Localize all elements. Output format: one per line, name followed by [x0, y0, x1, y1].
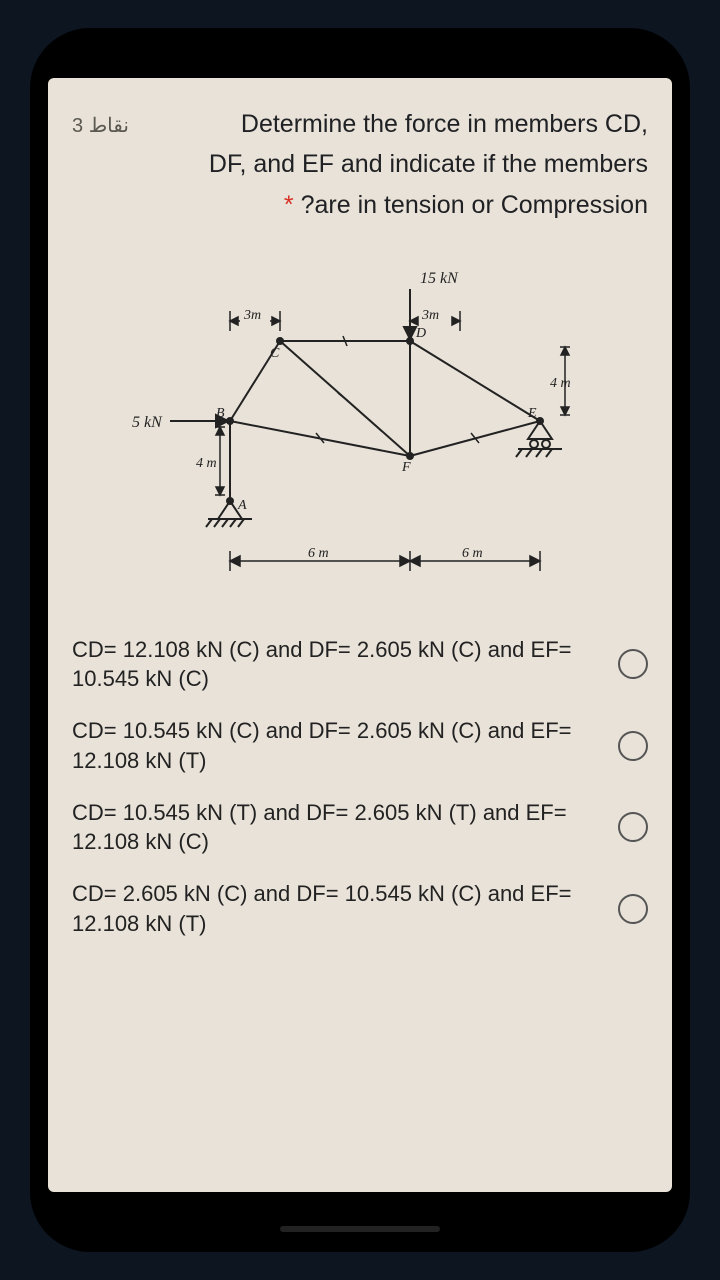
node-f-label: F [401, 460, 411, 475]
dim-3m-left: 3m [243, 308, 261, 323]
options-list: CD= 12.108 kN (C) and DF= 2.605 kN (C) a… [72, 635, 648, 939]
question-line-1: Determine the force in members CD, [147, 106, 648, 142]
option-3-radio[interactable] [618, 812, 648, 842]
load-top-label: 15 kN [420, 270, 459, 287]
node-c-label: C [270, 346, 280, 361]
node-b-label: B [216, 406, 225, 421]
option-1-text: CD= 12.108 kN (C) and DF= 2.605 kN (C) a… [72, 635, 600, 694]
truss-svg: 15 kN 5 kN [120, 241, 600, 611]
dim-4m-left: 4 m [196, 456, 217, 471]
node-d-label: D [415, 326, 426, 341]
option-2-text: CD= 10.545 kN (C) and DF= 2.605 kN (C) a… [72, 716, 600, 775]
option-1[interactable]: CD= 12.108 kN (C) and DF= 2.605 kN (C) a… [72, 635, 648, 694]
dim-3m-right: 3m [421, 308, 439, 323]
option-3[interactable]: CD= 10.545 kN (T) and DF= 2.605 kN (T) a… [72, 798, 648, 857]
option-4[interactable]: CD= 2.605 kN (C) and DF= 10.545 kN (C) a… [72, 879, 648, 938]
node-e-label: E [527, 406, 537, 421]
viewport: 3 نقاط Determine the force in members CD… [0, 0, 720, 1280]
points-row: 3 نقاط Determine the force in members CD… [72, 106, 648, 142]
required-asterisk: * [284, 191, 294, 219]
dim-4m-right: 4 m [550, 376, 571, 391]
option-2-radio[interactable] [618, 731, 648, 761]
dim-6m-left: 6 m [308, 546, 329, 561]
truss-figure: 15 kN 5 kN [72, 241, 648, 611]
question-line-3-text: ?are in tension or Compression [301, 191, 648, 219]
load-left-label: 5 kN [132, 414, 163, 431]
question-line-2: DF, and EF and indicate if the members [72, 146, 648, 182]
dim-6m-right: 6 m [462, 546, 483, 561]
points-badge: 3 نقاط [72, 113, 129, 138]
option-3-text: CD= 10.545 kN (T) and DF= 2.605 kN (T) a… [72, 798, 600, 857]
option-4-radio[interactable] [618, 894, 648, 924]
node-a-label: A [237, 498, 247, 513]
option-2[interactable]: CD= 10.545 kN (C) and DF= 2.605 kN (C) a… [72, 716, 648, 775]
option-4-text: CD= 2.605 kN (C) and DF= 10.545 kN (C) a… [72, 879, 600, 938]
option-1-radio[interactable] [618, 649, 648, 679]
question-header: 3 نقاط Determine the force in members CD… [72, 106, 648, 223]
home-indicator [280, 1226, 440, 1232]
question-line-3: * ?are in tension or Compression [72, 187, 648, 223]
screen: 3 نقاط Determine the force in members CD… [48, 78, 672, 1192]
phone-frame: 3 نقاط Determine the force in members CD… [30, 28, 690, 1252]
